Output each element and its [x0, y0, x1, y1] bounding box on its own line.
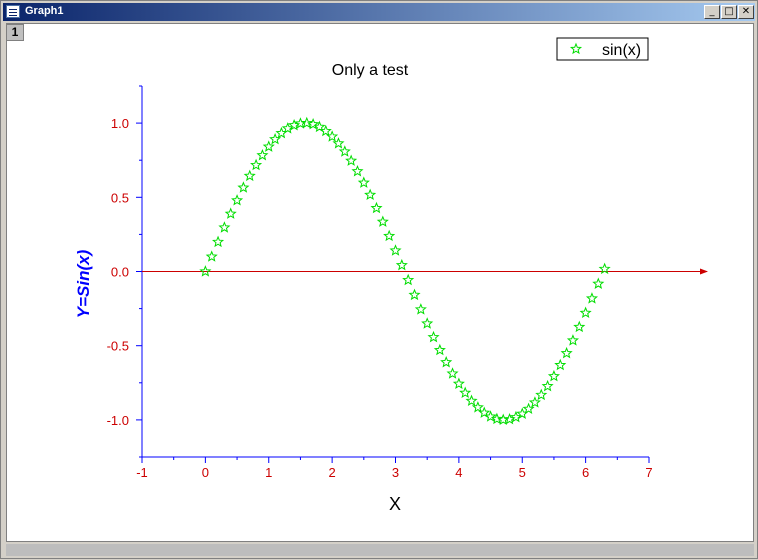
x-tick-label: 2 [329, 465, 336, 480]
data-point [573, 320, 586, 333]
data-point [250, 158, 263, 171]
data-point [205, 250, 218, 262]
data-point [395, 258, 408, 271]
zero-reference-line [142, 268, 708, 275]
data-point [345, 154, 358, 166]
data-point [592, 277, 605, 289]
data-point [452, 377, 465, 389]
data-point [357, 176, 370, 188]
data-point [402, 273, 415, 286]
x-tick-label: 6 [582, 465, 589, 480]
y-tick-label: 0.0 [111, 265, 129, 280]
data-point [440, 355, 453, 368]
data-point [459, 386, 472, 399]
data-point [231, 194, 244, 206]
data-point [535, 388, 548, 401]
data-point [585, 292, 598, 304]
data-point [566, 334, 579, 346]
graph-window: Graph1 _ □ ✕ 1 Only a test X Y=Sin(x) si… [0, 0, 758, 559]
data-point [389, 244, 402, 256]
x-tick-label: 1 [265, 465, 272, 480]
sine-chart: Only a test X Y=Sin(x) sin(x) -1 0 1 2 3 4 5 6 7… [74, 37, 708, 514]
data-point [408, 288, 421, 301]
horizontal-scrollbar[interactable] [6, 544, 754, 556]
y-tick-label: -0.5 [107, 339, 129, 354]
data-point [383, 229, 396, 242]
legend-label: sin(x) [602, 42, 641, 59]
data-point [560, 346, 573, 359]
data-point [427, 330, 440, 343]
data-point [376, 215, 389, 227]
data-point [433, 343, 446, 356]
x-ticks: -1 0 1 2 3 4 5 6 7 [136, 457, 653, 480]
data-point [243, 169, 256, 182]
data-point [414, 303, 427, 315]
y-tick-label: 0.5 [111, 190, 129, 205]
x-tick-label: 3 [392, 465, 399, 480]
data-point [547, 369, 560, 382]
data-point [218, 221, 231, 233]
x-tick-label: 0 [202, 465, 209, 480]
x-axis-label: X [389, 494, 401, 514]
data-point [256, 148, 269, 161]
data-point [370, 201, 383, 214]
y-ticks: -1.0 -0.5 0.0 0.5 1.0 [107, 85, 142, 458]
data-point [237, 181, 250, 193]
data-point [326, 130, 339, 142]
x-tick-label: 4 [455, 465, 462, 480]
data-point [351, 164, 364, 177]
data-point [541, 379, 554, 392]
y-axis-label: Y=Sin(x) [74, 249, 93, 318]
data-point [364, 188, 377, 201]
chart-title: Only a test [332, 62, 409, 79]
data-point [579, 306, 592, 319]
data-point [421, 317, 434, 329]
data-point [446, 367, 459, 379]
data-point [224, 207, 237, 219]
data-point [212, 235, 225, 248]
x-tick-label: 5 [519, 465, 526, 480]
legend[interactable]: sin(x) [556, 37, 649, 61]
y-tick-label: -1.0 [107, 413, 129, 428]
x-tick-label: 7 [645, 465, 652, 480]
zero-line-arrowhead [700, 268, 708, 275]
y-tick-label: 1.0 [111, 116, 129, 131]
x-tick-label: -1 [136, 465, 148, 480]
data-point [554, 358, 567, 371]
